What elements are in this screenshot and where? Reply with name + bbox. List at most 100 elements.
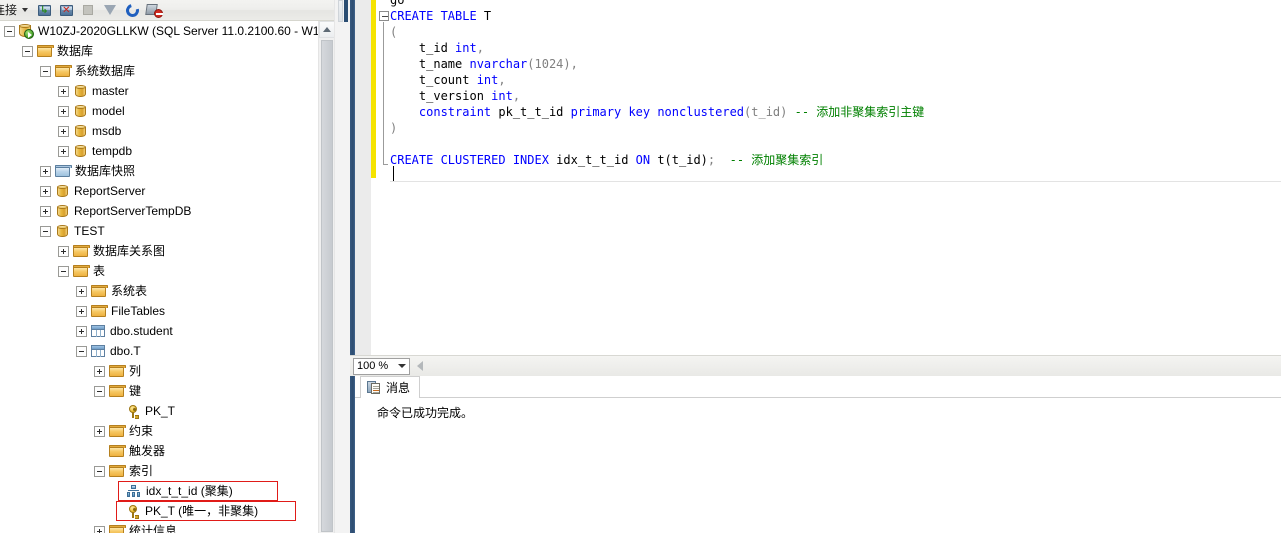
tree-node-database-snapshots[interactable]: 数据库快照 — [0, 161, 334, 181]
code-line: ( — [390, 24, 1281, 40]
tree-node-reportservertempdb[interactable]: ReportServerTempDB — [0, 201, 334, 221]
tree-node-msdb[interactable]: msdb — [0, 121, 334, 141]
expand-toggle-icon[interactable] — [40, 165, 51, 177]
folder-blue-icon — [55, 165, 72, 177]
tree-node-databases[interactable]: 数据库 — [0, 41, 334, 61]
tree-node-idx-t-t-id[interactable]: idx_t_t_id (聚集) — [0, 481, 334, 501]
messages-output-text: 命令已成功完成。 — [377, 406, 474, 420]
expand-toggle-icon[interactable] — [76, 305, 87, 317]
tree-node-tempdb[interactable]: tempdb — [0, 141, 334, 161]
collapse-toggle-icon[interactable] — [40, 225, 51, 237]
tree-node-keys[interactable]: 键 — [0, 381, 334, 401]
key-icon — [127, 404, 140, 419]
tree-node-test[interactable]: TEST — [0, 221, 334, 241]
refresh-icon[interactable] — [121, 0, 143, 20]
tree-node-reportserver[interactable]: ReportServer — [0, 181, 334, 201]
collapse-toggle-icon[interactable] — [40, 65, 51, 77]
tree-node-model[interactable]: model — [0, 101, 334, 121]
sql-editor-pane[interactable]: go CREATE TABLE T( t_id int, t_name nvarc… — [355, 0, 1281, 355]
expand-toggle-icon[interactable] — [76, 285, 87, 297]
tree-node-system-databases-label: 系统数据库 — [75, 64, 136, 78]
zoom-level-combobox[interactable]: 100 % — [353, 357, 410, 375]
fold-guide-foot — [383, 164, 388, 165]
tree-node-master-label: master — [92, 84, 129, 98]
tree-node-indexes[interactable]: 索引 — [0, 461, 334, 481]
tree-node-columns-label: 列 — [129, 364, 142, 378]
tree-node-system-tables[interactable]: 系统表 — [0, 281, 334, 301]
filter-icon[interactable] — [99, 0, 121, 20]
disconnect-icon[interactable]: ✕ — [55, 0, 77, 20]
tree-node-master[interactable]: master — [0, 81, 334, 101]
tree-node-filetables[interactable]: FileTables — [0, 301, 334, 321]
connect-button-label[interactable]: 连接 — [0, 0, 19, 20]
tab-messages[interactable]: 消息 — [360, 376, 421, 398]
expand-toggle-icon[interactable] — [58, 105, 69, 117]
code-token: t_version — [390, 89, 492, 103]
sql-code-text[interactable]: go CREATE TABLE T( t_id int, t_name nvarc… — [390, 0, 1281, 355]
stop-script-icon[interactable] — [143, 0, 165, 20]
code-line: constraint pk_t_t_id primary key nonclus… — [390, 104, 1281, 120]
chevron-down-icon[interactable] — [395, 358, 409, 374]
code-line: t_count int, — [390, 72, 1281, 88]
stop-icon — [77, 0, 99, 20]
collapse-toggle-icon[interactable] — [4, 25, 15, 37]
tree-node-pk-t-index[interactable]: PK_T (唯一，非聚集) — [0, 501, 334, 521]
tree-node-reportserver-label: ReportServer — [74, 184, 146, 198]
editor-indicator-margin[interactable] — [355, 0, 371, 355]
folder-icon — [109, 445, 126, 457]
collapse-toggle-icon[interactable] — [22, 45, 33, 57]
database-icon — [75, 124, 86, 138]
tree-node-filetables-label: FileTables — [111, 304, 166, 318]
tree-node-database-diagrams[interactable]: 数据库关系图 — [0, 241, 334, 261]
code-token: constraint — [418, 105, 492, 119]
code-line: t_id int, — [390, 40, 1281, 56]
zoom-level-value: 100 % — [357, 360, 389, 372]
expand-toggle-icon[interactable] — [58, 85, 69, 97]
code-token: -- 添加非聚集索引主键 — [794, 105, 925, 119]
object-explorer-tree[interactable]: W10ZJ-2020GLLKW (SQL Server 11.0.2100.60… — [0, 21, 334, 533]
tree-node-triggers[interactable]: 触发器 — [0, 441, 334, 461]
tree-node-dbo-student[interactable]: dbo.student — [0, 321, 334, 341]
expand-toggle-icon[interactable] — [58, 125, 69, 137]
collapse-toggle-icon[interactable] — [94, 465, 105, 477]
tree-node-constraints-label: 约束 — [129, 424, 154, 438]
editor-fold-column[interactable] — [376, 0, 390, 355]
table-icon — [91, 345, 105, 357]
tree-node-constraints[interactable]: 约束 — [0, 421, 334, 441]
tree-node-system-tables-label: 系统表 — [111, 284, 148, 298]
tree-node-server[interactable]: W10ZJ-2020GLLKW (SQL Server 11.0.2100.60… — [0, 21, 334, 41]
splitter-grip[interactable] — [338, 0, 343, 22]
collapse-toggle-icon[interactable] — [94, 385, 105, 397]
code-token: t_id — [390, 41, 456, 55]
connect-dropdown-icon[interactable] — [22, 8, 29, 12]
tree-node-databases-label: 数据库 — [57, 44, 94, 58]
expand-toggle-icon[interactable] — [76, 325, 87, 337]
expand-toggle-icon[interactable] — [40, 205, 51, 217]
expand-toggle-icon[interactable] — [58, 145, 69, 157]
folder-icon — [109, 465, 126, 477]
collapse-toggle-icon[interactable] — [58, 265, 69, 277]
code-token: primary key nonclustered — [570, 105, 745, 119]
collapse-left-arrow-icon[interactable] — [417, 361, 423, 371]
tree-node-system-databases[interactable]: 系统数据库 — [0, 61, 334, 81]
object-explorer-splitter[interactable] — [334, 0, 350, 533]
code-token: t_name — [390, 57, 470, 71]
code-token: int — [491, 89, 513, 103]
collapse-toggle-icon[interactable] — [76, 345, 87, 357]
object-explorer-scrollbar[interactable] — [318, 21, 335, 533]
tree-node-statistics[interactable]: 统计信息 — [0, 521, 334, 533]
connect-icon[interactable]: ↳ — [33, 0, 55, 20]
server-icon — [19, 24, 34, 39]
tree-node-columns[interactable]: 列 — [0, 361, 334, 381]
expand-toggle-icon[interactable] — [94, 425, 105, 437]
tree-node-tables[interactable]: 表 — [0, 261, 334, 281]
expand-toggle-icon[interactable] — [94, 365, 105, 377]
scrollbar-thumb[interactable] — [321, 40, 333, 532]
scroll-up-arrow-icon[interactable] — [319, 21, 335, 38]
fold-toggle-icon[interactable] — [379, 11, 389, 21]
tree-node-dbo-t[interactable]: dbo.T — [0, 341, 334, 361]
expand-toggle-icon[interactable] — [40, 185, 51, 197]
tree-node-pk-t-key[interactable]: PK_T — [0, 401, 334, 421]
expand-toggle-icon[interactable] — [58, 245, 69, 257]
expand-toggle-icon[interactable] — [94, 525, 105, 533]
